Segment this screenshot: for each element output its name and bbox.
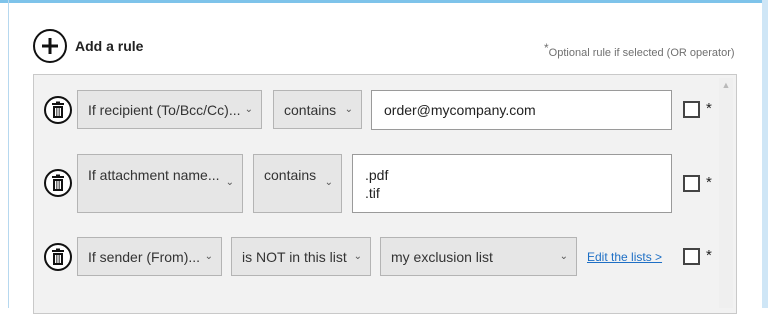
rule-1-optional-checkbox[interactable]: [683, 101, 700, 118]
rule-1-value-line-1: order@mycompany.com: [384, 102, 536, 118]
chevron-down-icon: ⌄: [353, 251, 362, 262]
trash-icon: [52, 248, 64, 265]
rule-2-asterisk: *: [706, 174, 712, 191]
rule-1-asterisk: *: [706, 100, 712, 117]
rule-3-condition-dropdown[interactable]: If sender (From)... ⌄: [77, 237, 222, 276]
delete-rule-2-button[interactable]: [44, 169, 72, 197]
scroll-up-arrow-icon[interactable]: ▲: [719, 78, 733, 92]
rule-3-list-text: my exclusion list: [391, 249, 493, 265]
rule-3-optional-checkbox[interactable]: [683, 248, 700, 265]
rule-3-condition-text: If sender (From)...: [88, 249, 201, 265]
chevron-down-icon: ⌄: [244, 104, 253, 115]
optional-rule-note: *Optional rule if selected (OR operator): [544, 41, 735, 59]
optional-note-asterisk: *: [544, 41, 549, 55]
chevron-down-icon: ⌄: [225, 177, 234, 188]
optional-note-text: Optional rule if selected (OR operator): [548, 47, 735, 59]
chevron-down-icon: ⌄: [324, 177, 333, 188]
add-rule-label[interactable]: Add a rule: [75, 38, 143, 54]
plus-icon: [42, 38, 58, 54]
delete-rule-3-button[interactable]: [44, 243, 72, 271]
top-accent-bar: [0, 0, 768, 3]
add-rule-button[interactable]: [33, 29, 67, 63]
trash-icon: [52, 101, 64, 118]
edit-the-lists-link[interactable]: Edit the lists >: [587, 250, 662, 264]
chevron-down-icon: ⌄: [559, 251, 568, 262]
rules-scrollbar[interactable]: ▲: [719, 78, 733, 308]
rule-2-condition-text: If attachment name...: [88, 167, 220, 183]
rule-2-value-textarea[interactable]: .pdf .tif: [352, 154, 672, 213]
rule-3-operator-dropdown[interactable]: is NOT in this list ⌄: [231, 237, 371, 276]
rule-2-operator-dropdown[interactable]: contains ⌄: [253, 154, 342, 213]
rule-1-condition-text: If recipient (To/Bcc/Cc)...: [88, 102, 241, 118]
rule-1-operator-text: contains: [284, 102, 337, 118]
rule-2-condition-dropdown[interactable]: If attachment name... ⌄: [77, 154, 243, 213]
rule-1-operator-dropdown[interactable]: contains ⌄: [273, 90, 362, 129]
delete-rule-1-button[interactable]: [44, 96, 72, 124]
rule-1-value-input[interactable]: order@mycompany.com: [371, 90, 672, 130]
rule-2-value-line-2: .tif: [365, 185, 380, 201]
rule-3-asterisk: *: [706, 247, 712, 264]
left-edge-line: [8, 0, 9, 308]
rule-3-operator-text: is NOT in this list: [242, 249, 347, 265]
chevron-down-icon: ⌄: [204, 251, 213, 262]
window-right-strip: [762, 0, 768, 308]
rule-2-operator-text: contains: [264, 167, 317, 183]
chevron-down-icon: ⌄: [344, 104, 353, 115]
rule-2-value-line-1: .pdf: [365, 167, 389, 183]
rule-1-condition-dropdown[interactable]: If recipient (To/Bcc/Cc)... ⌄: [77, 90, 262, 129]
rule-2-optional-checkbox[interactable]: [683, 175, 700, 192]
rule-3-list-dropdown[interactable]: my exclusion list ⌄: [380, 237, 577, 276]
trash-icon: [52, 174, 64, 191]
